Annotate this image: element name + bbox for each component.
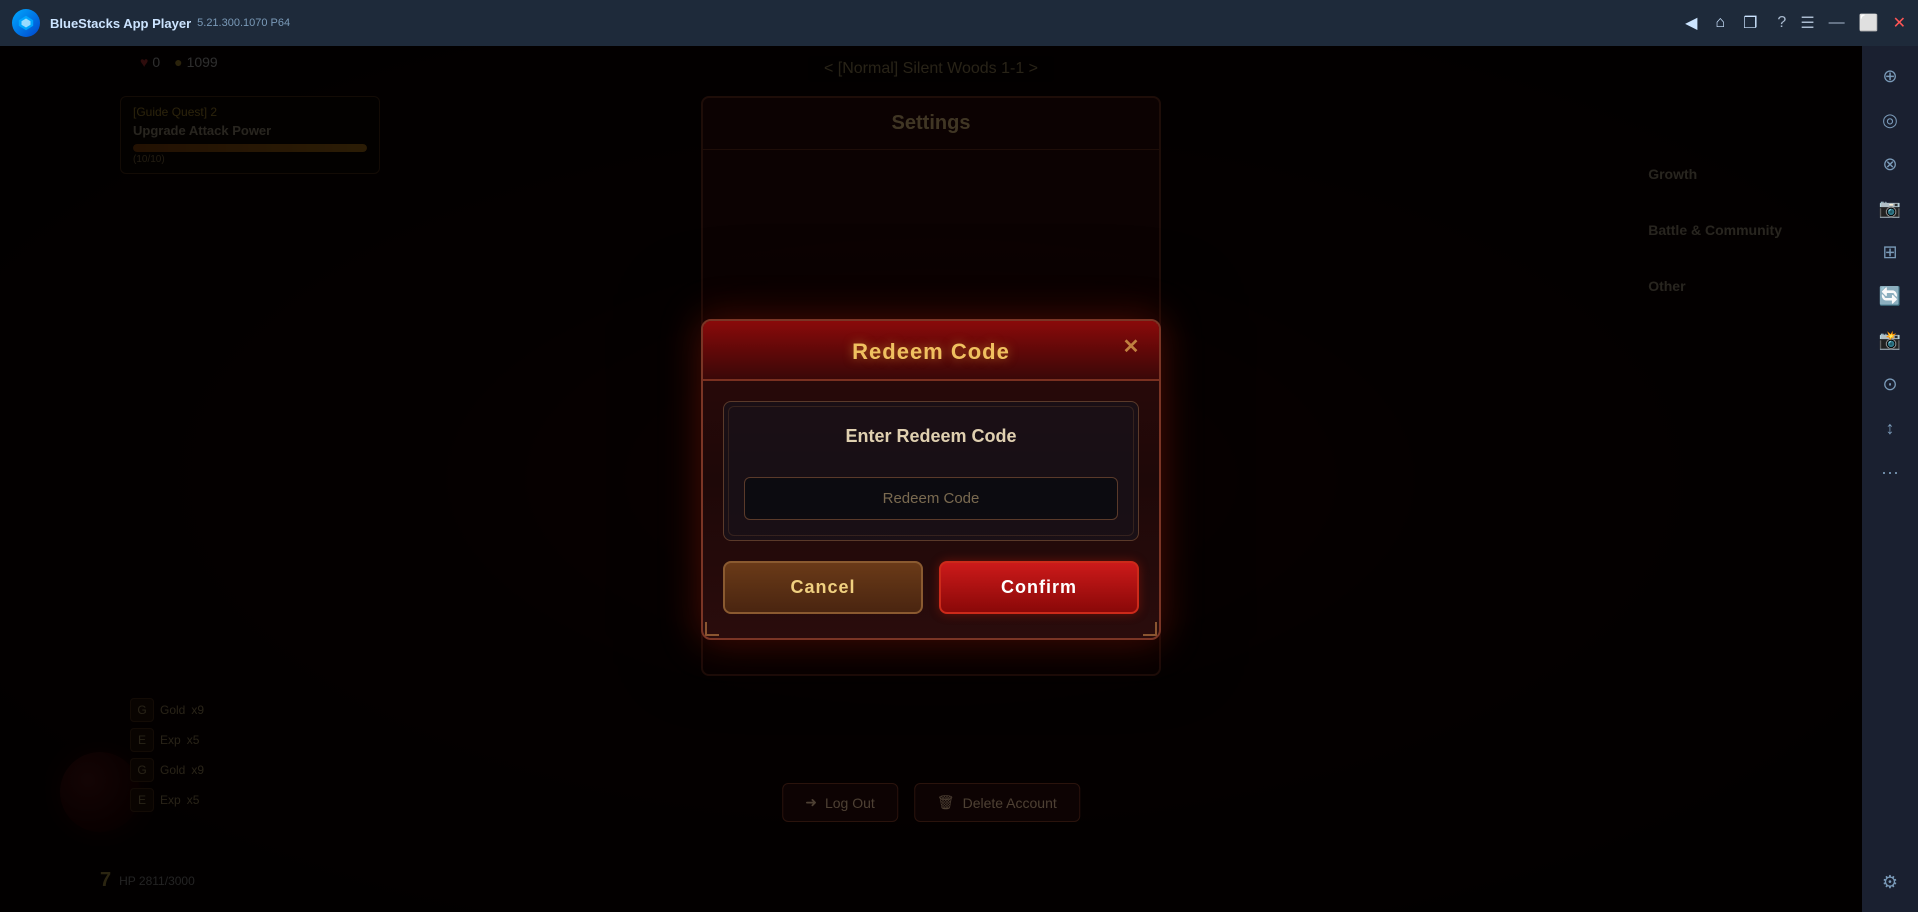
home-icon[interactable]: ⌂ xyxy=(1715,14,1725,32)
modal-buttons: Cancel Confirm xyxy=(723,561,1139,618)
sidebar-icon-6[interactable]: 🔄 xyxy=(1870,276,1910,316)
sidebar-icon-7[interactable]: 📸 xyxy=(1870,320,1910,360)
redeem-code-modal: Redeem Code ✕ Enter Redeem Code Cancel C… xyxy=(701,319,1161,640)
titlebar-controls: ? ☰ — ⬜ ✕ xyxy=(1777,13,1906,33)
confirm-button[interactable]: Confirm xyxy=(939,561,1139,614)
sidebar-icon-5[interactable]: ⊞ xyxy=(1870,232,1910,272)
hamburger-icon[interactable]: ☰ xyxy=(1800,13,1814,33)
corner-br xyxy=(1143,622,1157,636)
minimize-button[interactable]: — xyxy=(1829,14,1845,32)
sidebar-icon-4[interactable]: 📷 xyxy=(1870,188,1910,228)
maximize-button[interactable]: ⬜ xyxy=(1859,13,1879,33)
corner-bl xyxy=(705,622,719,636)
modal-overlay: Redeem Code ✕ Enter Redeem Code Cancel C… xyxy=(0,46,1862,912)
sidebar-settings-icon[interactable]: ⚙ xyxy=(1870,862,1910,902)
modal-close-button[interactable]: ✕ xyxy=(1117,333,1145,361)
sidebar-icon-1[interactable]: ⊕ xyxy=(1870,56,1910,96)
cancel-button[interactable]: Cancel xyxy=(723,561,923,614)
redeem-code-input[interactable] xyxy=(744,477,1118,520)
close-button[interactable]: ✕ xyxy=(1893,13,1906,33)
sidebar-icon-10[interactable]: ··· xyxy=(1870,452,1910,492)
sidebar-icon-9[interactable]: ↕ xyxy=(1870,408,1910,448)
app-version: 5.21.300.1070 P64 xyxy=(197,17,290,29)
sidebar-icon-8[interactable]: ⊙ xyxy=(1870,364,1910,404)
back-icon[interactable]: ◀ xyxy=(1685,13,1697,33)
sidebar-icon-3[interactable]: ⊗ xyxy=(1870,144,1910,184)
sidebar-icon-2[interactable]: ◎ xyxy=(1870,100,1910,140)
help-icon[interactable]: ? xyxy=(1777,14,1786,32)
copy-icon[interactable]: ❐ xyxy=(1743,13,1757,33)
titlebar: BlueStacks App Player 5.21.300.1070 P64 … xyxy=(0,0,1918,46)
game-background: < [Normal] Silent Woods 1-1 > ♥ 0 ● 1099… xyxy=(0,46,1862,912)
input-container: Enter Redeem Code xyxy=(723,401,1139,541)
app-name: BlueStacks App Player xyxy=(50,16,191,31)
modal-header: Redeem Code ✕ xyxy=(703,321,1159,381)
modal-title: Redeem Code xyxy=(852,339,1010,364)
right-sidebar: ⊕ ◎ ⊗ 📷 ⊞ 🔄 📸 ⊙ ↕ ··· ⚙ xyxy=(1862,46,1918,912)
bluestacks-logo xyxy=(12,9,40,37)
input-label: Enter Redeem Code xyxy=(744,426,1118,447)
titlebar-nav: ◀ ⌂ ❐ xyxy=(1685,13,1757,33)
modal-body: Enter Redeem Code Cancel Confirm xyxy=(703,381,1159,638)
